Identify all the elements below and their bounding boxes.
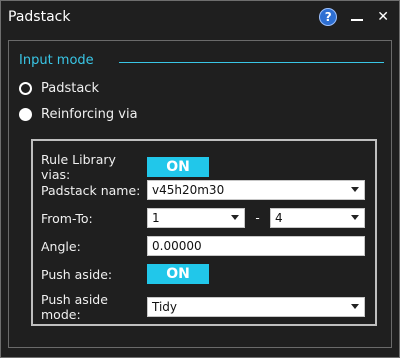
- input-mode-panel: Input mode Padstack Reinforcing via Rule…: [8, 40, 392, 348]
- title-controls: ? ✕: [319, 8, 389, 26]
- angle-value: 0.00000: [152, 239, 202, 253]
- label-rule-library-vias: Rule Library vias:: [41, 152, 116, 182]
- section-divider: [119, 62, 384, 63]
- label-push-aside-mode: Push aside mode:: [41, 292, 108, 322]
- push-aside-mode-dropdown[interactable]: Tidy: [147, 297, 365, 317]
- padstack-name-value: v45h20m30: [152, 183, 225, 197]
- window-title: Padstack: [8, 9, 71, 25]
- radio-button-reinforcing-via[interactable]: [19, 108, 32, 121]
- from-dropdown[interactable]: 1: [147, 208, 245, 228]
- from-value: 1: [152, 211, 160, 225]
- minimize-icon[interactable]: [351, 11, 364, 23]
- chevron-down-icon: [351, 215, 359, 220]
- radio-label-padstack: Padstack: [41, 81, 99, 96]
- from-to-separator: -: [255, 211, 260, 225]
- reinforcing-via-options: Rule Library vias: ON Padstack name: v45…: [31, 139, 377, 326]
- row-push-aside: Push aside: ON: [41, 264, 209, 284]
- row-from-to: From-To: 1 - 4: [41, 208, 365, 228]
- label-from-to: From-To:: [41, 210, 93, 226]
- section-title-input-mode: Input mode: [19, 53, 94, 68]
- radio-label-reinforcing-via: Reinforcing via: [41, 107, 138, 122]
- radio-reinforcing-via[interactable]: Reinforcing via: [19, 107, 138, 122]
- label-push-aside: Push aside:: [41, 266, 113, 282]
- title-bar[interactable]: Padstack ? ✕: [1, 1, 399, 33]
- label-padstack-name: Padstack name:: [41, 182, 141, 198]
- push-aside-toggle[interactable]: ON: [147, 264, 209, 284]
- chevron-down-icon: [231, 215, 239, 220]
- push-aside-mode-value: Tidy: [152, 300, 178, 314]
- to-value: 4: [275, 211, 283, 225]
- padstack-name-dropdown[interactable]: v45h20m30: [147, 180, 365, 200]
- row-angle: Angle: 0.00000: [41, 236, 365, 256]
- chevron-down-icon: [351, 304, 359, 309]
- help-icon[interactable]: ?: [319, 8, 338, 26]
- close-icon[interactable]: ✕: [377, 10, 389, 24]
- rule-library-vias-toggle[interactable]: ON: [147, 157, 209, 177]
- padstack-window: Padstack ? ✕ Input mode Padstack Reinfor…: [0, 0, 400, 358]
- row-push-aside-mode: Push aside mode: Tidy: [41, 292, 365, 322]
- chevron-down-icon: [351, 187, 359, 192]
- row-rule-library-vias: Rule Library vias: ON: [41, 152, 209, 182]
- to-dropdown[interactable]: 4: [270, 208, 365, 228]
- label-angle: Angle:: [41, 238, 81, 254]
- radio-button-padstack[interactable]: [19, 82, 32, 95]
- radio-padstack[interactable]: Padstack: [19, 81, 99, 96]
- row-padstack-name: Padstack name: v45h20m30: [41, 180, 365, 200]
- angle-input[interactable]: 0.00000: [147, 236, 365, 256]
